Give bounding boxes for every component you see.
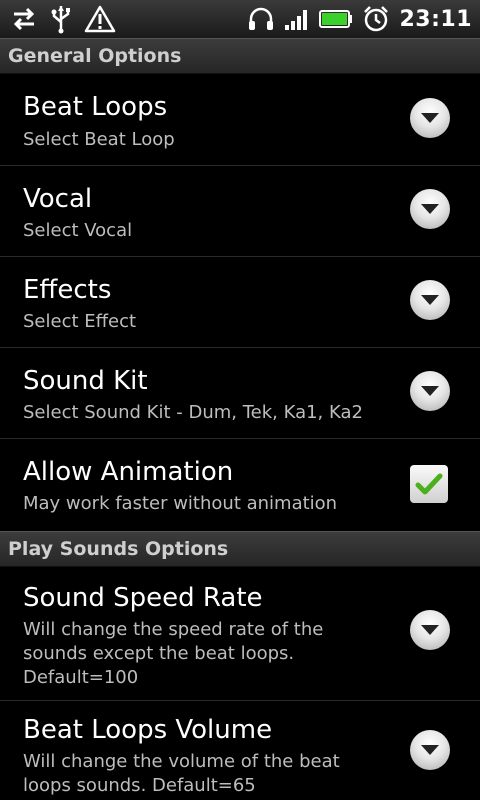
pref-beat-loops-volume[interactable]: Beat Loops Volume Will change the volume…: [0, 701, 480, 800]
section-title-play-sounds: Play Sounds Options: [8, 538, 229, 560]
status-right-icons: 23:11: [247, 3, 472, 35]
pref-summary: Select Vocal: [23, 220, 133, 241]
usb-sync-icon: [10, 7, 38, 31]
dropdown-button[interactable]: [410, 189, 450, 229]
pref-title: Effects: [23, 275, 112, 305]
pref-title: Vocal: [23, 184, 93, 214]
checkmark-icon: [415, 473, 443, 495]
dropdown-button[interactable]: [410, 610, 450, 650]
chevron-down-icon: [421, 295, 439, 305]
pref-beat-loops[interactable]: Beat Loops Select Beat Loop: [0, 74, 480, 166]
pref-title: Sound Speed Rate: [23, 583, 263, 613]
status-bar: 23:11: [0, 0, 480, 39]
usb-icon: [50, 4, 72, 34]
chevron-down-icon: [421, 745, 439, 755]
dropdown-button[interactable]: [410, 730, 450, 770]
section-header-general: General Options: [0, 38, 480, 74]
pref-title: Sound Kit: [23, 366, 148, 396]
pref-summary: Select Beat Loop: [23, 129, 175, 150]
animation-checkbox[interactable]: [410, 465, 448, 503]
pref-summary: Will change the speed rate of the sounds…: [23, 619, 324, 688]
dropdown-button[interactable]: [410, 280, 450, 320]
signal-icon: [284, 7, 310, 31]
dropdown-button[interactable]: [410, 98, 450, 138]
chevron-down-icon: [421, 625, 439, 635]
pref-summary: May work faster without animation: [23, 493, 338, 514]
section-header-play-sounds: Play Sounds Options: [0, 531, 480, 567]
pref-vocal[interactable]: Vocal Select Vocal: [0, 166, 480, 257]
chevron-down-icon: [421, 204, 439, 214]
battery-icon: [319, 9, 353, 29]
pref-summary: Select Effect: [23, 311, 137, 332]
pref-title: Beat Loops Volume: [23, 715, 273, 745]
pref-allow-animation[interactable]: Allow Animation May work faster without …: [0, 439, 480, 531]
chevron-down-icon: [421, 386, 439, 396]
alarm-icon: [362, 5, 390, 33]
warning-icon: [84, 5, 116, 33]
pref-effects[interactable]: Effects Select Effect: [0, 257, 480, 348]
pref-summary: Will change the volume of the beat loops…: [23, 751, 340, 796]
status-left-icons: [10, 3, 116, 35]
dropdown-button[interactable]: [410, 371, 450, 411]
status-clock: 23:11: [399, 6, 472, 32]
pref-sound-speed-rate[interactable]: Sound Speed Rate Will change the speed r…: [0, 567, 480, 701]
pref-title: Beat Loops: [23, 92, 168, 122]
pref-title: Allow Animation: [23, 457, 234, 487]
headphones-icon: [247, 6, 275, 32]
chevron-down-icon: [421, 113, 439, 123]
section-title-general: General Options: [8, 45, 182, 67]
pref-sound-kit[interactable]: Sound Kit Select Sound Kit - Dum, Tek, K…: [0, 348, 480, 439]
pref-summary: Select Sound Kit - Dum, Tek, Ka1, Ka2: [23, 402, 363, 423]
